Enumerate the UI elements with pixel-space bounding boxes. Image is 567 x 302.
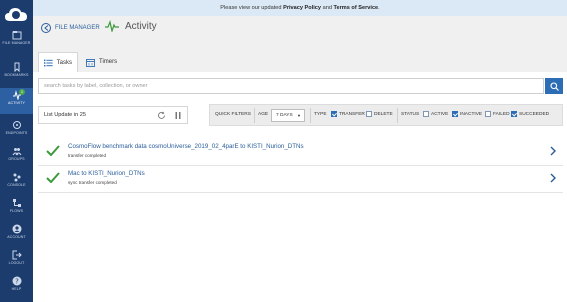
back-to-file-manager-link[interactable]: FILE MANAGER [41, 22, 100, 34]
sidebar-item-activity[interactable]: 1 ACTIVITY [0, 88, 33, 114]
sidebar-item-label: HELP [11, 287, 22, 291]
tab-timers[interactable]: Timers [81, 52, 125, 72]
sidebar-item-flows[interactable]: FLOWS [0, 196, 33, 222]
tab-tasks[interactable]: Tasks [38, 52, 78, 72]
search-row [33, 76, 567, 96]
failed-checkbox-label: FAILED [493, 112, 510, 117]
groups-icon [12, 148, 21, 156]
calendar-icon [86, 58, 95, 67]
delete-checkbox[interactable] [366, 111, 372, 117]
chevron-down-icon: ▼ [297, 113, 301, 118]
activity-pulse-icon [105, 20, 119, 32]
active-checkbox[interactable] [423, 111, 429, 117]
sidebar: FILE MANAGER BOOKMARKS 1 ACTIVITY ENDPOI… [0, 0, 33, 302]
notice-text: . [378, 5, 380, 11]
sidebar-item-label: ACTIVITY [8, 101, 25, 105]
help-icon: ? [12, 276, 21, 286]
tab-label: Tasks [56, 59, 72, 66]
notice-text: and [321, 5, 334, 11]
chevron-left-icon [41, 23, 51, 33]
task-status: transfer completed [68, 153, 107, 158]
sidebar-item-label: CONSOLE [7, 183, 26, 187]
task-name: CosmoFlow benchmark data cosmoUniverse_2… [68, 143, 304, 150]
sidebar-item-label: FLOWS [9, 209, 24, 213]
flows-icon [12, 199, 21, 207]
task-name: Mac to KISTI_Nurion_DTNs [68, 170, 145, 177]
divider [254, 108, 255, 123]
divider [310, 108, 311, 123]
notice-text: Please view our updated [220, 5, 284, 11]
sidebar-item-label: GROUPS [8, 157, 25, 161]
sidebar-item-label: ENDPOINTS [5, 131, 28, 135]
terms-of-service-link[interactable]: Terms of Service [334, 5, 379, 11]
sidebar-item-label: BOOKMARKS [4, 73, 29, 77]
checkmark-icon [46, 172, 60, 183]
quick-filters-label: QUICK FILTERS [215, 112, 251, 117]
search-icon [549, 81, 559, 91]
page-header: FILE MANAGER Activity Tasks Timers [33, 16, 567, 72]
bookmark-icon [14, 62, 19, 72]
endpoints-icon [12, 121, 21, 129]
divider [397, 108, 398, 123]
sidebar-item-label: LOGOUT [8, 261, 25, 265]
succeeded-checkbox[interactable] [511, 111, 517, 117]
page-title-group: Activity [105, 20, 157, 32]
activity-badge: 1 [19, 89, 25, 95]
sidebar-item-console[interactable]: CONSOLE [0, 170, 33, 196]
sidebar-item-label: ACCOUNT [7, 235, 26, 239]
logout-icon [12, 250, 22, 260]
task-row[interactable]: Mac to KISTI_Nurion_DTNs sync transfer c… [38, 166, 563, 193]
pause-icon[interactable] [174, 111, 182, 120]
privacy-policy-link[interactable]: Privacy Policy [283, 5, 321, 11]
age-select[interactable]: 7 DAYS ▼ [271, 109, 305, 122]
sidebar-item-file-manager[interactable]: FILE MANAGER [0, 28, 33, 54]
sidebar-item-account[interactable]: ACCOUNT [0, 222, 33, 248]
sidebar-item-endpoints[interactable]: ENDPOINTS [0, 118, 33, 144]
type-label: TYPE [314, 112, 327, 117]
account-icon [12, 224, 21, 234]
back-link-label: FILE MANAGER [55, 25, 100, 31]
status-label: STATUS [401, 112, 420, 117]
globus-logo-icon[interactable] [4, 6, 28, 24]
svg-text:?: ? [15, 278, 19, 286]
list-update-control: List Update in 25 [38, 106, 188, 124]
failed-checkbox[interactable] [485, 111, 491, 117]
inactive-checkbox[interactable] [452, 111, 458, 117]
quick-filters-bar: QUICK FILTERS AGE 7 DAYS ▼ TYPE TRANSFER… [209, 104, 563, 126]
console-icon [13, 173, 20, 182]
sidebar-item-logout[interactable]: LOGOUT [0, 248, 33, 274]
sidebar-item-groups[interactable]: GROUPS [0, 144, 33, 170]
inactive-checkbox-label: INACTIVE [460, 112, 483, 117]
file-manager-icon [12, 31, 21, 40]
search-button[interactable] [545, 78, 563, 94]
refresh-icon[interactable] [157, 111, 166, 120]
page-title: Activity [125, 20, 157, 32]
task-status: sync transfer completed [68, 180, 117, 185]
checkmark-icon [46, 145, 60, 156]
sidebar-item-bookmarks[interactable]: BOOKMARKS [0, 60, 33, 86]
transfer-checkbox-label: TRANSFER [339, 112, 365, 117]
task-row[interactable]: CosmoFlow benchmark data cosmoUniverse_2… [38, 139, 563, 166]
age-label: AGE [258, 112, 269, 117]
delete-checkbox-label: DELETE [374, 112, 393, 117]
search-input[interactable] [38, 78, 544, 94]
policy-notice: Please view our updated Privacy Policy a… [33, 0, 567, 16]
succeeded-checkbox-label: SUCCEEDED [519, 112, 550, 117]
list-icon [44, 59, 53, 66]
tab-label: Timers [99, 59, 118, 65]
age-select-value: 7 DAYS [276, 113, 293, 118]
active-checkbox-label: ACTIVE [431, 112, 449, 117]
list-update-label: List Update in 25 [44, 112, 86, 118]
main-content: Please view our updated Privacy Policy a… [33, 0, 567, 302]
sidebar-item-label: FILE MANAGER [2, 41, 31, 45]
sidebar-item-help[interactable]: ? HELP [0, 274, 33, 300]
transfer-checkbox[interactable] [331, 111, 337, 117]
chevron-right-icon[interactable] [550, 146, 556, 156]
chevron-right-icon[interactable] [550, 173, 556, 183]
